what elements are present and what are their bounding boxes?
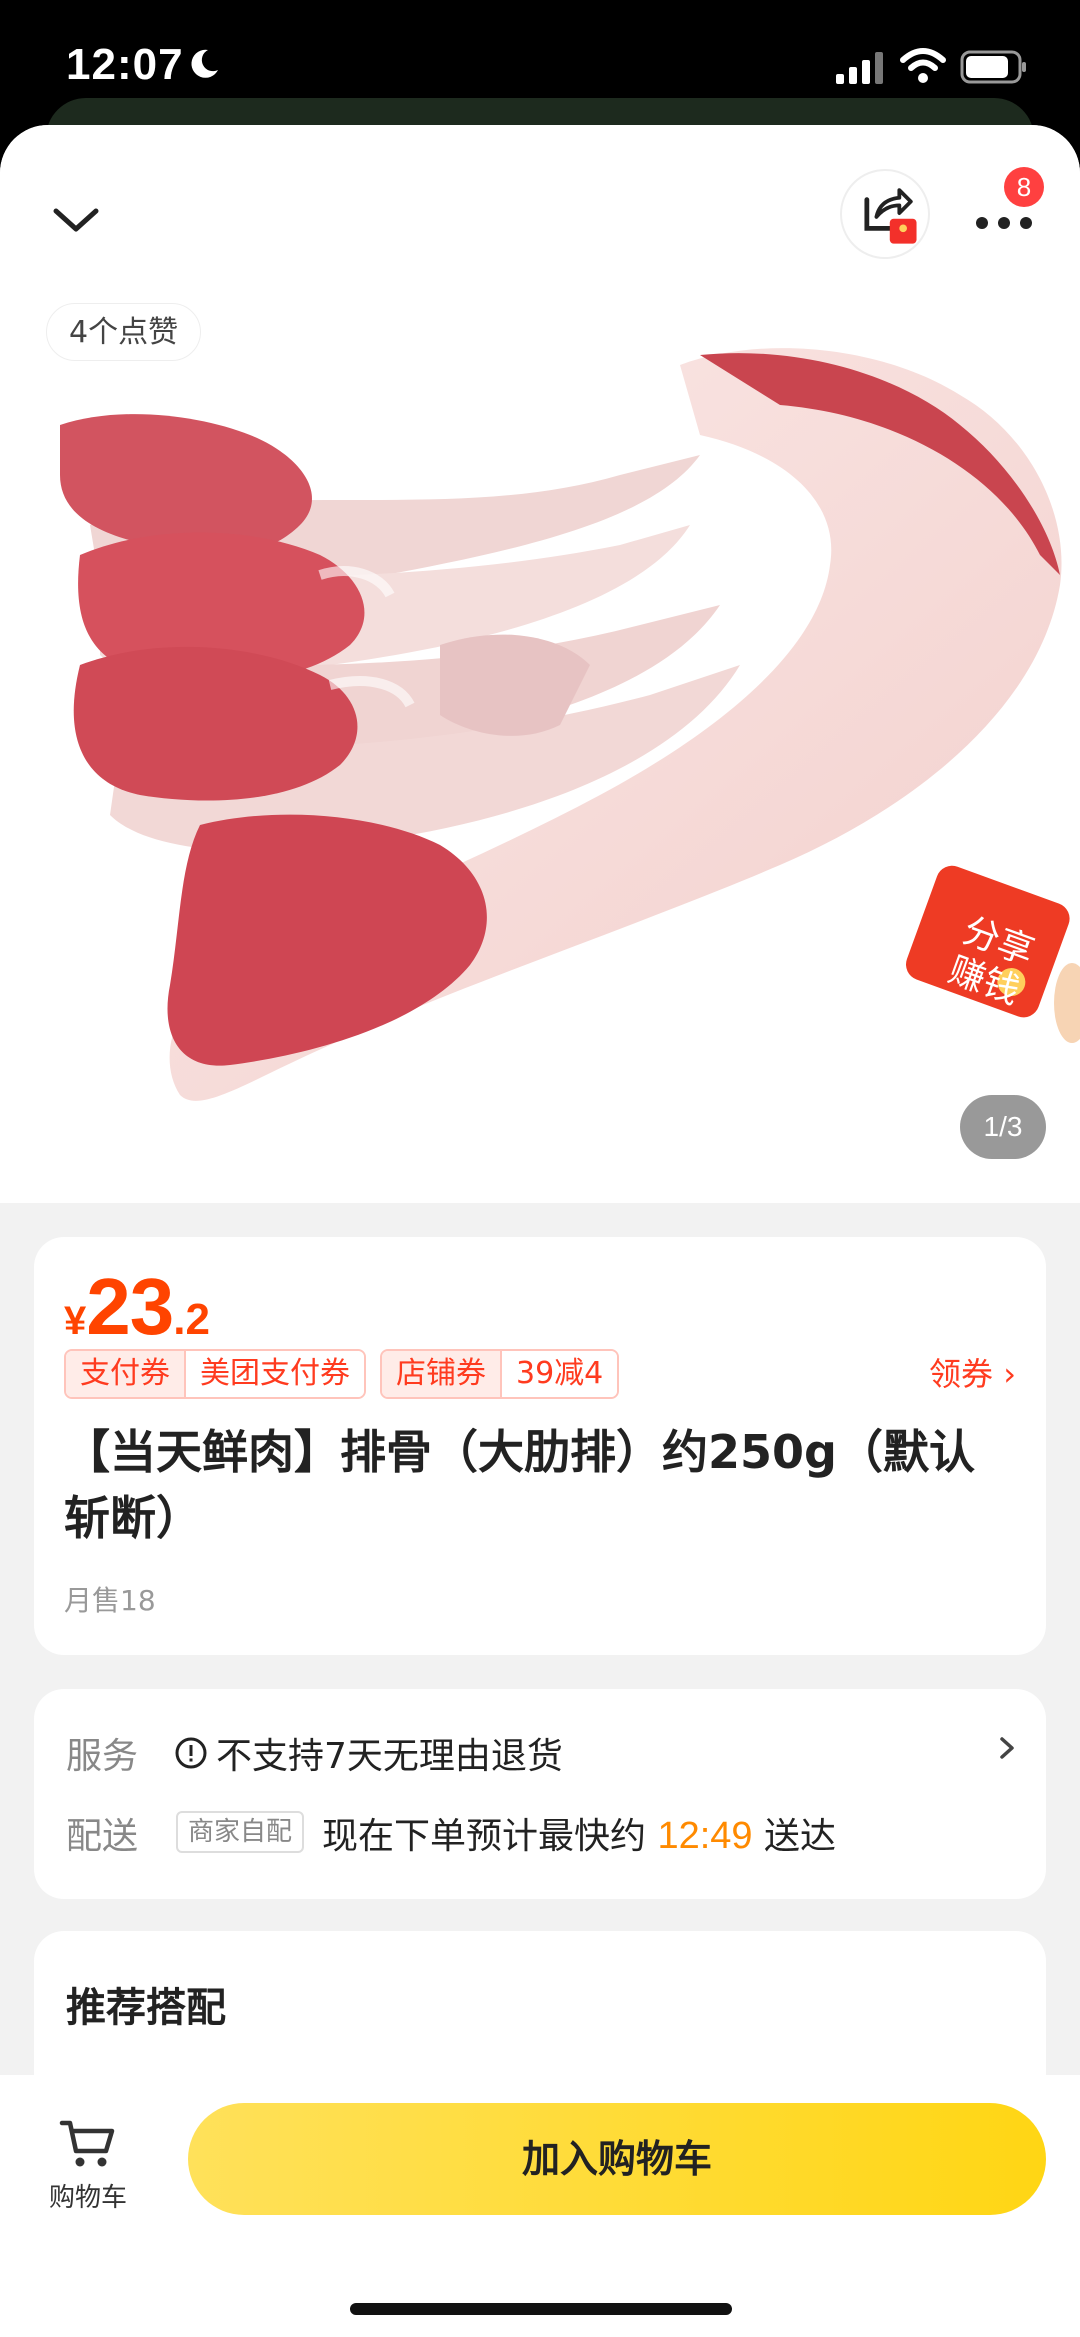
coupon-value: 美团支付券 <box>186 1351 364 1397</box>
wifi-icon <box>900 48 946 83</box>
home-indicator <box>350 2303 732 2315</box>
product-title: 【当天鲜肉】排骨（大肋排）约250g（默认斩断） <box>64 1425 975 1545</box>
bottom-action-bar: 购物车 加入购物车 <box>0 2075 1080 2337</box>
service-card: 服务 不支持7天无理由退货 配送 商家自配 现在下单预计最快约 12:49 送达 <box>34 1689 1046 1899</box>
share-icon <box>864 188 917 244</box>
price-integer: 23 <box>86 1262 174 1351</box>
product-gallery[interactable]: 8 4个点赞 分享 赚钱 1/3 <box>0 125 1080 1203</box>
signal-icon <box>836 52 883 84</box>
coupon-value: 39减4 <box>502 1351 618 1397</box>
battery-icon <box>960 50 1026 84</box>
cart-label: 购物车 <box>48 2183 127 2213</box>
price-decimal: .2 <box>173 1295 210 1344</box>
coupon-label: 店铺券 <box>382 1351 502 1397</box>
recommend-title: 推荐搭配 <box>66 1985 226 2031</box>
service-text: 不支持7天无理由退货 <box>216 1736 563 1777</box>
coupon-payment[interactable]: 支付券 美团支付券 <box>64 1349 366 1399</box>
delivery-suffix: 送达 <box>764 1816 837 1857</box>
image-counter: 1/3 <box>960 1095 1046 1159</box>
monthly-sales: 月售18 <box>64 1584 156 1617</box>
info-icon <box>175 1737 207 1769</box>
red-packet-icon: 分享 赚钱 <box>905 865 1080 1043</box>
get-coupon-link[interactable]: 领券 › <box>929 1349 1016 1399</box>
product-image <box>60 348 1062 1101</box>
delivery-label: 配送 <box>66 1816 139 1857</box>
service-label: 服务 <box>66 1736 139 1777</box>
likes-count[interactable]: 4个点赞 <box>46 303 202 361</box>
coupon-store[interactable]: 店铺券 39减4 <box>380 1349 620 1399</box>
delivery-estimate: 现在下单预计最快约 12:49 送达 <box>322 1807 836 1859</box>
moon-icon <box>191 49 218 78</box>
coupon-label: 支付券 <box>66 1351 186 1397</box>
status-bar: 12:07 <box>0 0 1080 158</box>
share-button[interactable] <box>840 169 930 259</box>
currency-symbol: ¥ <box>64 1299 87 1343</box>
delivery-time: 12:49 <box>657 1815 753 1857</box>
share-earn-button[interactable]: 分享 赚钱 <box>900 853 1080 1053</box>
delivery-prefix: 现在下单预计最快约 <box>322 1816 647 1857</box>
service-policy[interactable]: 不支持7天无理由退货 <box>174 1727 563 1779</box>
chevron-right-icon[interactable] <box>996 1733 1018 1763</box>
cart-button[interactable]: 购物车 <box>40 2115 136 2215</box>
product-sheet: 8 4个点赞 分享 赚钱 1/3 ¥23.2 支付券 美团支付券 店铺券 39减… <box>0 125 1080 2337</box>
notification-badge: 8 <box>1004 167 1044 207</box>
add-to-cart-button[interactable]: 加入购物车 <box>188 2103 1046 2215</box>
cart-icon <box>59 2120 115 2167</box>
delivery-tag: 商家自配 <box>176 1811 305 1853</box>
product-info-card: ¥23.2 支付券 美团支付券 店铺券 39减4 领券 › 【当天鲜肉】排骨（大… <box>34 1237 1046 1655</box>
coupon-row: 支付券 美团支付券 店铺券 39减4 <box>64 1349 620 1399</box>
status-time: 12:07 <box>66 40 184 89</box>
collapse-chevron-icon[interactable] <box>46 191 106 251</box>
price: ¥23.2 <box>64 1261 210 1353</box>
